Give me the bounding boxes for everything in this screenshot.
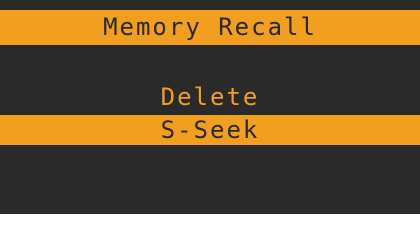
title-bar: Memory Recall [0, 10, 420, 45]
menu-item-s-seek[interactable]: S-Seek [0, 115, 420, 145]
lcd-screen: Memory Recall Delete S-Seek [0, 0, 420, 214]
menu-item-delete[interactable]: Delete [0, 80, 420, 114]
page-title: Memory Recall [103, 13, 317, 41]
